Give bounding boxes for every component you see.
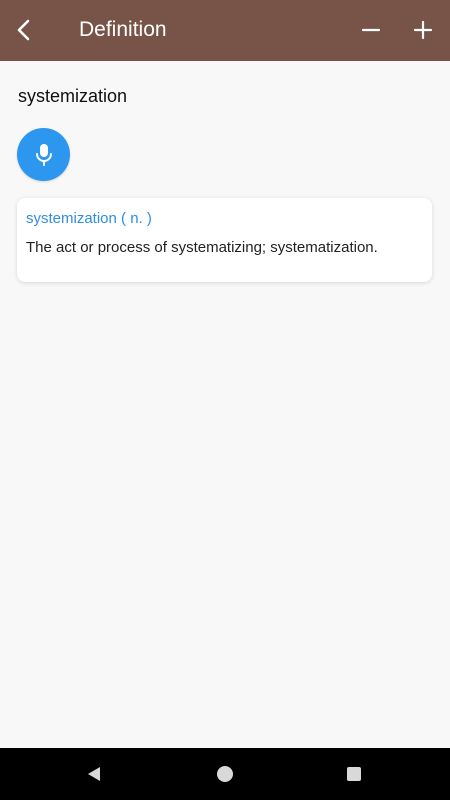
voice-button[interactable]: [17, 128, 70, 181]
system-nav-bar: [0, 748, 450, 800]
entry-definition: The act or process of systematizing; sys…: [26, 239, 378, 256]
nav-home-button[interactable]: [214, 763, 236, 785]
back-button[interactable]: [8, 14, 40, 46]
minus-icon: [361, 28, 381, 32]
nav-recents-icon: [347, 767, 361, 781]
page-title: Definition: [79, 18, 167, 41]
plus-icon: [413, 20, 433, 40]
mic-icon: [35, 143, 52, 166]
zoom-in-button[interactable]: [407, 14, 439, 46]
nav-home-icon: [217, 766, 233, 782]
zoom-out-button[interactable]: [355, 14, 387, 46]
nav-recents-button[interactable]: [344, 764, 364, 784]
nav-back-button[interactable]: [84, 764, 104, 784]
chevron-left-icon: [17, 19, 30, 41]
nav-back-icon: [88, 767, 100, 781]
app-bar: Definition: [0, 0, 450, 61]
search-word: systemization: [18, 86, 128, 106]
entry-headword: systemization ( n. ): [26, 210, 152, 227]
definition-card: systemization ( n. ) The act or process …: [17, 198, 432, 282]
